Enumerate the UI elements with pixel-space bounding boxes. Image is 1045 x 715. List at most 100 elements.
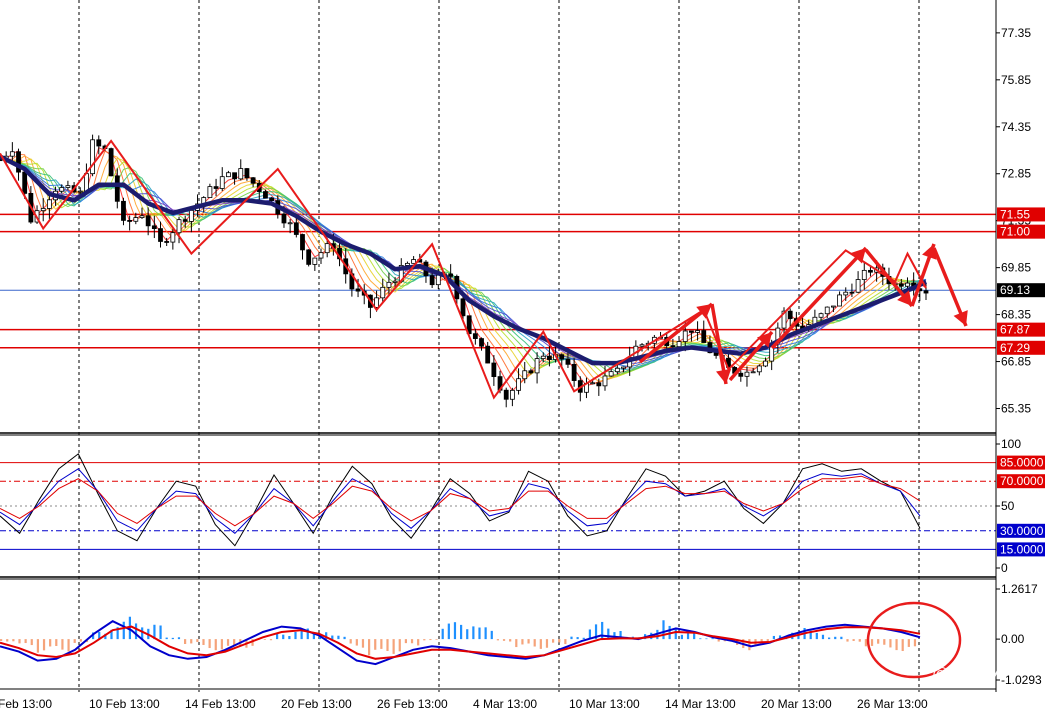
macd-histogram-bar xyxy=(208,639,211,649)
macd-histogram-bar xyxy=(263,639,266,640)
macd-histogram-bar xyxy=(460,624,463,640)
macd-histogram-bar xyxy=(907,639,910,647)
arrow-up xyxy=(770,246,868,350)
macd-histogram-bar xyxy=(539,639,542,649)
candle-body xyxy=(84,173,89,192)
macd-histogram-bar xyxy=(815,632,818,640)
candle-body xyxy=(756,365,762,373)
macd-panel xyxy=(0,616,921,666)
candle-body xyxy=(46,199,52,209)
price-axis: 77.3575.8574.3572.8571.3569.8568.3566.85… xyxy=(996,26,1045,687)
macd-histogram-bar xyxy=(570,636,573,640)
macd-histogram-bar xyxy=(496,639,499,641)
macd-histogram-bar xyxy=(392,639,395,654)
price-tag-label: 85.0000 xyxy=(1000,456,1044,470)
macd-histogram-bar xyxy=(828,637,831,640)
macd-histogram-bar xyxy=(417,639,420,646)
candle-body xyxy=(324,243,330,254)
macd-histogram-bar xyxy=(484,627,487,640)
axis-label: 66.85 xyxy=(1001,355,1031,369)
macd-histogram-bar xyxy=(24,639,27,644)
axis-label: 50 xyxy=(1001,499,1015,513)
macd-histogram-bar xyxy=(834,636,837,640)
macd-histogram-bar xyxy=(699,638,702,640)
candle-body xyxy=(40,208,46,212)
macd-histogram-bar xyxy=(447,623,450,640)
candle-body xyxy=(306,249,312,265)
macd-histogram-bar xyxy=(220,639,223,650)
candle-body xyxy=(238,168,244,180)
candle-body xyxy=(559,354,565,360)
candle-body xyxy=(429,275,435,286)
candle-body xyxy=(614,367,620,373)
candle-body xyxy=(621,366,626,369)
macd-histogram-bar xyxy=(398,639,401,652)
macd-histogram-bar xyxy=(895,639,898,651)
candle-body xyxy=(831,305,836,308)
arrow-down-head xyxy=(716,368,732,384)
candle-body xyxy=(682,330,688,342)
candle-body xyxy=(9,151,15,157)
macd-histogram-bar xyxy=(196,639,199,642)
candle-body xyxy=(472,333,478,339)
time-label: 26 Mar 13:00 xyxy=(857,697,928,711)
axis-label: 69.85 xyxy=(1001,261,1031,275)
macd-histogram-bar xyxy=(404,639,407,644)
zigzag-line xyxy=(0,139,927,400)
macd-histogram-bar xyxy=(337,635,340,640)
price-tag-label: 30.0000 xyxy=(1000,524,1044,538)
ribbon-ma-line xyxy=(0,157,927,373)
macd-histogram-bar xyxy=(355,639,358,646)
candle-body xyxy=(22,171,28,194)
macd-histogram-bar xyxy=(42,639,46,651)
candle-body xyxy=(843,291,849,296)
candle-body xyxy=(824,306,830,315)
macd-histogram-bar xyxy=(386,639,389,651)
price-tag-label: 71.00 xyxy=(1000,225,1030,239)
candle-body xyxy=(571,363,577,381)
time-label: 14 Feb 13:00 xyxy=(185,697,256,711)
axis-label: 77.35 xyxy=(1001,26,1031,40)
candle-body xyxy=(188,209,194,222)
candle-body xyxy=(77,190,83,193)
macd-histogram-bar xyxy=(67,639,70,652)
candle-body xyxy=(300,234,305,251)
candle-body xyxy=(534,358,540,374)
candle-body xyxy=(689,330,694,333)
candle-body xyxy=(670,345,676,348)
macd-histogram-bar xyxy=(913,639,917,647)
watermark-text: @TMGM xyxy=(932,664,1001,683)
time-label: 10 Mar 13:00 xyxy=(569,697,640,711)
ribbon-ma-line xyxy=(0,157,927,380)
candle-body xyxy=(108,148,114,177)
macd-histogram-bar xyxy=(368,639,371,656)
macd-histogram-bar xyxy=(122,621,125,640)
candle-body xyxy=(293,222,299,235)
macd-histogram-bar xyxy=(509,639,512,642)
macd-histogram-bar xyxy=(214,639,217,651)
macd-histogram-bar xyxy=(423,639,426,641)
axis-label: 65.35 xyxy=(1001,402,1031,416)
stochastic-line xyxy=(0,468,921,534)
macd-histogram-bar xyxy=(852,639,855,641)
candle-body xyxy=(405,262,410,266)
macd-histogram-bar xyxy=(576,637,579,640)
candle-body xyxy=(750,371,756,374)
candle-body xyxy=(608,371,614,377)
macd-histogram-bar xyxy=(18,639,21,644)
candle-body xyxy=(281,213,287,224)
macd-histogram-bar xyxy=(515,639,518,648)
time-label: 26 Feb 13:00 xyxy=(377,697,448,711)
axis-label: 100 xyxy=(1001,437,1021,451)
candle-body xyxy=(244,168,250,179)
candle-body xyxy=(318,252,324,259)
time-label: 10 Feb 13:00 xyxy=(89,697,160,711)
macd-histogram-bar xyxy=(30,639,33,646)
macd-histogram-bar xyxy=(435,639,438,640)
price-tag-label: 70.0000 xyxy=(1000,474,1044,488)
candle-body xyxy=(170,232,176,243)
candle-body xyxy=(435,274,441,286)
candle-body xyxy=(158,228,163,242)
candle-body xyxy=(528,370,534,374)
macd-histogram-bar xyxy=(527,639,530,644)
